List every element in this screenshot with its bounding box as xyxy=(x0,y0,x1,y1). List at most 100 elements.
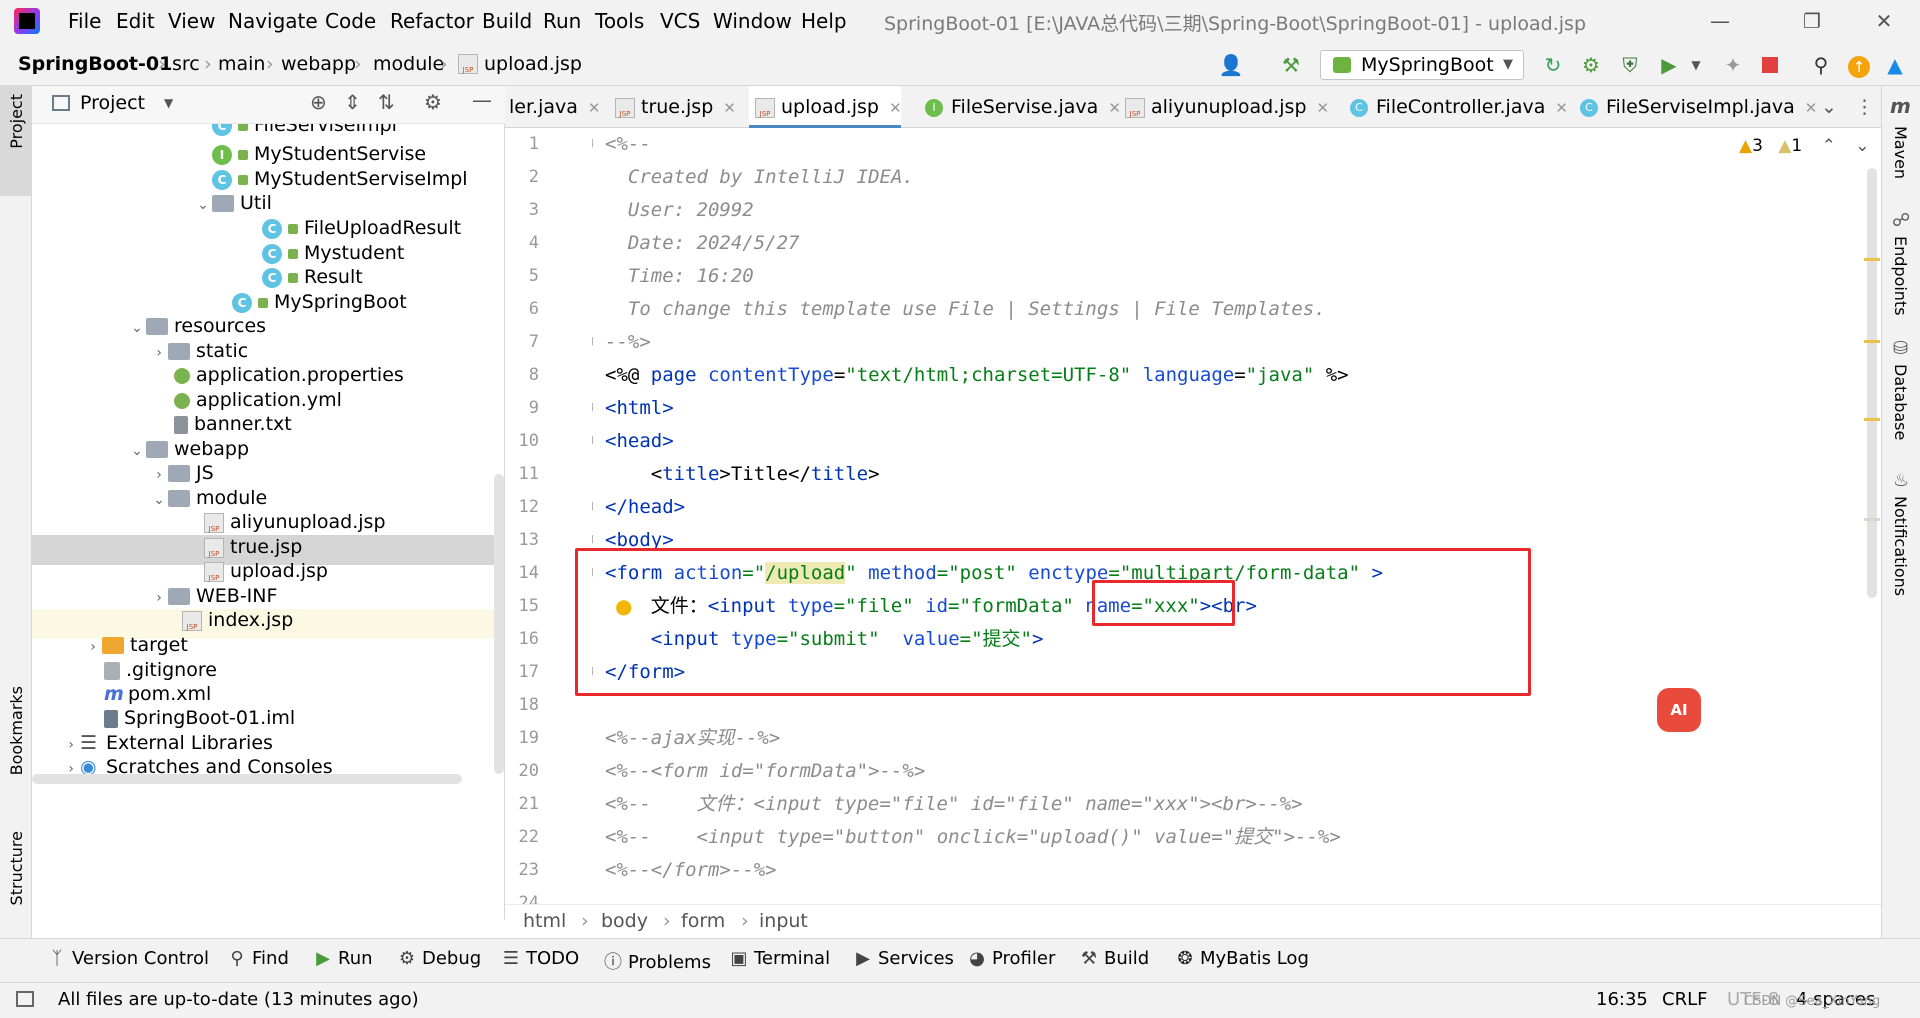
project-panel-title[interactable]: Project xyxy=(80,92,145,114)
menu-window[interactable]: Window xyxy=(713,9,792,33)
rerun-icon[interactable]: ↻ xyxy=(1540,52,1566,78)
chevron-down-icon[interactable]: ⌄ xyxy=(128,436,146,466)
tabs-dropdown-icon[interactable]: ⌄ xyxy=(1821,86,1845,128)
tree-item[interactable]: C FileServiseImpl xyxy=(212,124,397,140)
update-icon[interactable]: ↑ xyxy=(1846,52,1872,78)
terminal-tab[interactable]: ▣ Terminal xyxy=(730,948,830,969)
close-icon[interactable]: ✕ xyxy=(1108,99,1121,117)
chevron-up-icon[interactable]: ⌃ xyxy=(1822,136,1836,156)
menu-file[interactable]: File xyxy=(68,9,101,33)
tab-upload-jsp[interactable]: JSP upload.jsp ✕ xyxy=(749,86,902,128)
horizontal-scrollbar[interactable] xyxy=(32,774,462,784)
structure-tool-label[interactable]: Structure xyxy=(7,831,26,905)
warning-marker[interactable] xyxy=(1864,418,1880,421)
menu-vcs[interactable]: VCS xyxy=(660,9,700,33)
tab-aliyunupload-jsp[interactable]: JSP aliyunupload.jsp ✕ xyxy=(1125,86,1329,128)
ai-assistant-button[interactable]: AI xyxy=(1657,688,1701,732)
mybatis-log-tab[interactable]: ❂ MyBatis Log xyxy=(1176,948,1308,969)
menu-code[interactable]: Code xyxy=(325,9,376,33)
chevron-right-icon[interactable]: › xyxy=(150,338,168,368)
breadcrumb-src[interactable]: src xyxy=(172,53,200,75)
version-control-tab[interactable]: ᛉ Version Control xyxy=(48,948,209,969)
run-tab[interactable]: ▶ Run xyxy=(314,948,372,969)
stop-icon[interactable] xyxy=(1757,52,1783,78)
jetbrains-assistant-icon[interactable]: ▲ xyxy=(1882,52,1908,78)
bookmarks-tool-label[interactable]: Bookmarks xyxy=(7,686,26,775)
restore-icon[interactable]: ❐ xyxy=(1792,6,1832,36)
tab-true-jsp[interactable]: JSP true.jsp ✕ xyxy=(615,86,745,128)
tab-controller-java[interactable]: ler.java ✕ xyxy=(505,86,600,128)
close-icon[interactable]: ✕ xyxy=(723,99,736,117)
problems-tab[interactable]: ⓘ Problems xyxy=(604,948,711,974)
line-separator[interactable]: CRLF xyxy=(1662,989,1707,1010)
status-message[interactable]: All files are up-to-date (13 minutes ago… xyxy=(58,989,419,1010)
database-tool-label[interactable]: Database xyxy=(1891,364,1910,440)
editor-scrollbar[interactable] xyxy=(1867,168,1877,598)
tab-filecontroller-java[interactable]: C FileController.java ✕ xyxy=(1350,86,1568,128)
chevron-down-icon[interactable]: ⌄ xyxy=(150,485,168,515)
warning-marker[interactable] xyxy=(1864,518,1880,521)
chevron-down-icon[interactable]: ⌄ xyxy=(128,313,146,343)
menu-help[interactable]: Help xyxy=(801,9,847,33)
project-tool-active[interactable]: Project xyxy=(0,86,32,196)
menu-edit[interactable]: Edit xyxy=(116,9,155,33)
warning-marker[interactable] xyxy=(1864,258,1880,261)
chevron-down-icon[interactable]: ⌄ xyxy=(194,190,212,220)
chevron-right-icon[interactable]: › xyxy=(150,583,168,613)
locate-file-icon[interactable]: ⊕ xyxy=(310,90,327,114)
close-icon[interactable]: ✕ xyxy=(889,99,902,117)
minimize-icon[interactable]: — xyxy=(1700,6,1740,36)
close-icon[interactable]: ✕ xyxy=(1805,99,1818,117)
breadcrumb-body[interactable]: body xyxy=(601,910,648,932)
menu-refactor[interactable]: Refactor xyxy=(390,9,474,33)
breadcrumb-project[interactable]: SpringBoot-01 xyxy=(18,53,172,75)
todo-tab[interactable]: ☰ TODO xyxy=(502,948,579,969)
run-configuration-select[interactable]: MySpringBoot ▼ xyxy=(1320,50,1524,80)
debug-bug-icon[interactable]: ⚙ xyxy=(1578,52,1604,78)
breadcrumb-input[interactable]: input xyxy=(759,910,808,932)
breadcrumb-file[interactable]: upload.jsp xyxy=(484,53,582,75)
chevron-down-icon[interactable]: ▼ xyxy=(164,96,173,110)
profiler-tab[interactable]: ◕ Profiler xyxy=(968,948,1055,969)
close-icon[interactable]: ✕ xyxy=(588,99,601,117)
intellij-logo-icon[interactable] xyxy=(14,8,40,34)
layout-icon[interactable] xyxy=(16,991,34,1007)
warning-marker[interactable] xyxy=(1864,340,1880,343)
build-tab[interactable]: ⚒ Build xyxy=(1080,948,1149,969)
close-icon[interactable]: ✕ xyxy=(1864,6,1904,36)
find-tab[interactable]: ⚲ Find xyxy=(228,948,288,969)
inspection-widget[interactable]: ▲3 ▲1 ⌃ ⌄ xyxy=(1739,136,1870,156)
tab-fileserviseimpl-java[interactable]: C FileServiseImpl.java ✕ xyxy=(1580,86,1817,128)
services-tab[interactable]: ▶ Services xyxy=(854,948,954,969)
breadcrumb-module[interactable]: module xyxy=(373,53,444,75)
menu-build[interactable]: Build xyxy=(482,9,532,33)
attach-debugger-icon[interactable]: ✦ xyxy=(1720,52,1746,78)
tree-item[interactable]: JSP index.jsp xyxy=(182,605,293,635)
breadcrumb-main[interactable]: main xyxy=(218,53,265,75)
more-run-options-icon[interactable]: ▼ xyxy=(1683,52,1709,78)
close-icon[interactable]: ✕ xyxy=(1555,99,1568,117)
profile-icon[interactable]: ▶ xyxy=(1656,52,1682,78)
chevron-down-icon[interactable]: ⌄ xyxy=(1855,136,1869,156)
breadcrumb-form[interactable]: form xyxy=(681,910,725,932)
notifications-tool-label[interactable]: Notifications xyxy=(1891,496,1910,596)
chevron-right-icon[interactable]: › xyxy=(84,632,102,662)
coverage-icon[interactable]: ⛨ xyxy=(1617,52,1643,78)
caret-position[interactable]: 16:35 xyxy=(1596,989,1648,1010)
tree-item[interactable]: ⌄ Util xyxy=(194,188,272,218)
menu-view[interactable]: View xyxy=(168,9,215,33)
menu-run[interactable]: Run xyxy=(543,9,581,33)
breadcrumb-webapp[interactable]: webapp xyxy=(281,53,356,75)
tab-fileservise-java[interactable]: I FileServise.java ✕ xyxy=(925,86,1121,128)
build-hammer-icon[interactable]: ⚒ xyxy=(1278,52,1304,78)
maven-tool-label[interactable]: Maven xyxy=(1891,126,1910,179)
menu-tools[interactable]: Tools xyxy=(595,9,644,33)
more-options-icon[interactable]: ⋮ xyxy=(1855,86,1875,128)
user-icon[interactable]: 👤 xyxy=(1218,52,1244,78)
close-icon[interactable]: ✕ xyxy=(1317,99,1330,117)
collapse-all-icon[interactable]: ⇅ xyxy=(378,90,395,114)
breadcrumb-html[interactable]: html xyxy=(523,910,566,932)
expand-all-icon[interactable]: ⇕ xyxy=(344,90,361,114)
debug-tab[interactable]: ⚙ Debug xyxy=(398,948,481,969)
menu-navigate[interactable]: Navigate xyxy=(228,9,318,33)
